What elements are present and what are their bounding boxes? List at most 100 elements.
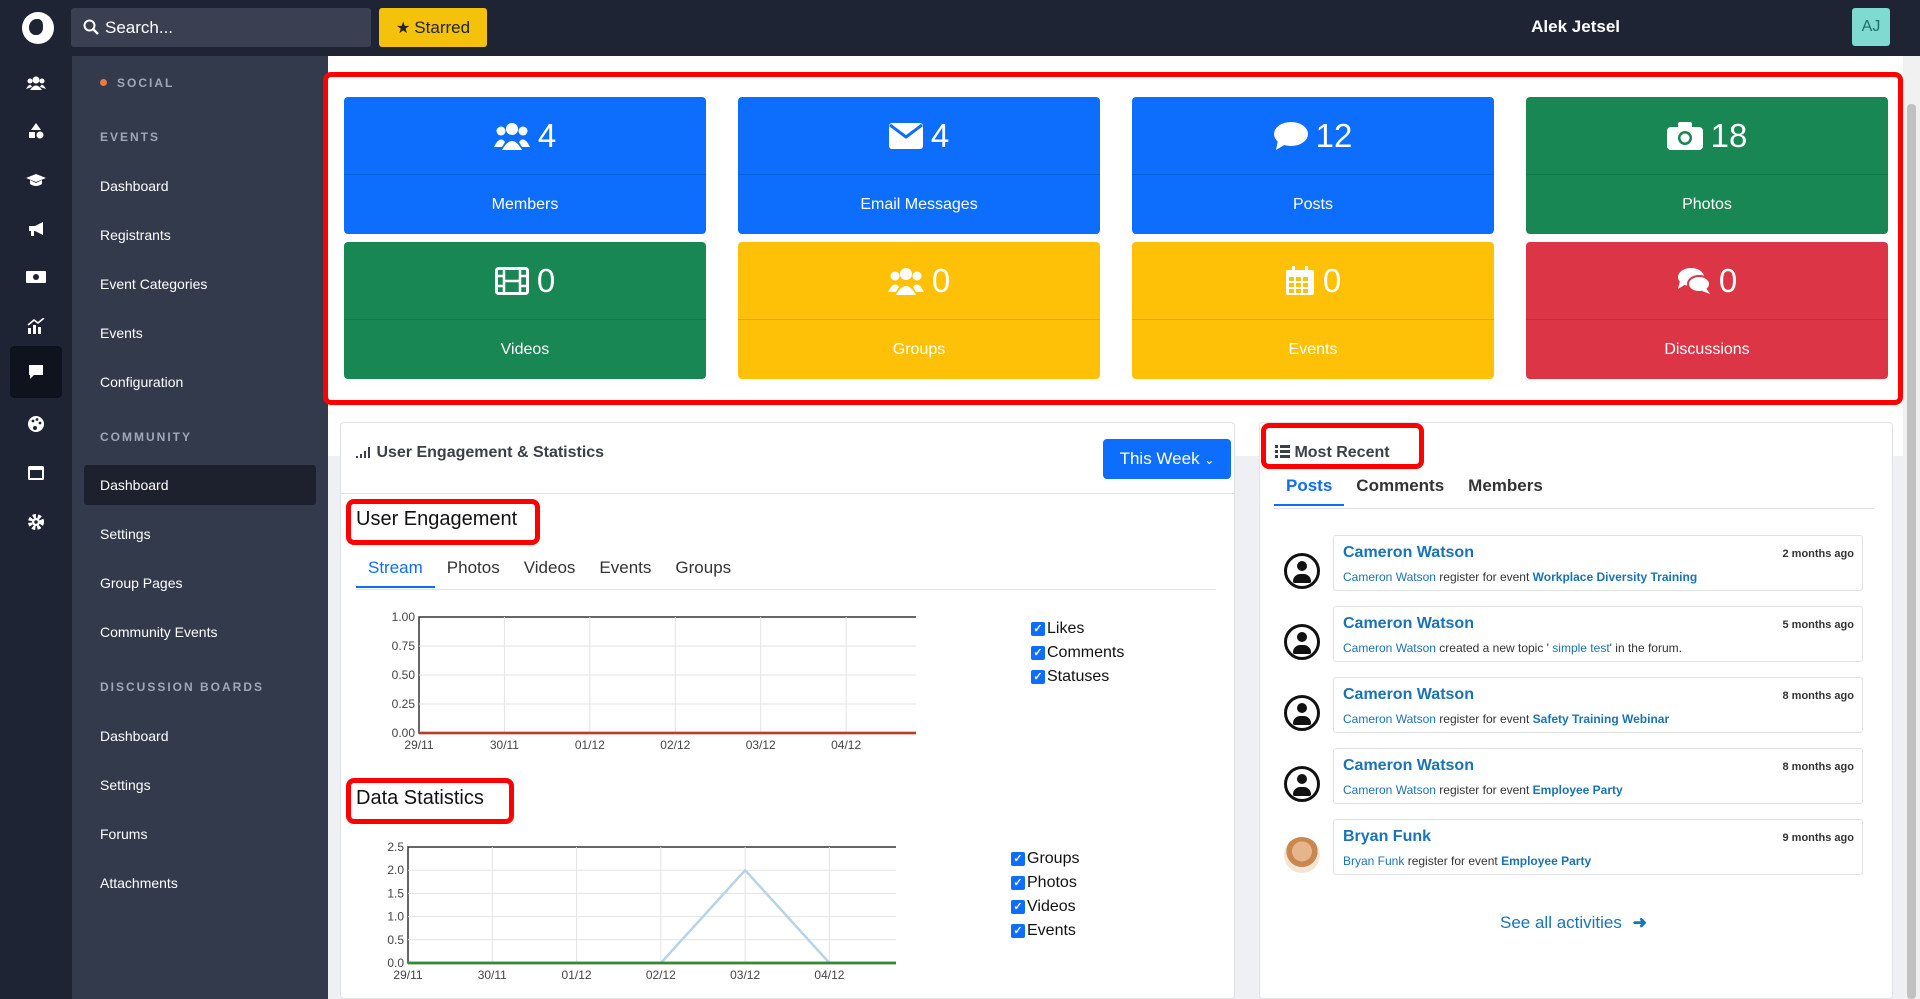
- activity-user[interactable]: Cameron Watson: [1343, 757, 1474, 775]
- events-checkbox[interactable]: ✓ Events: [1011, 922, 1076, 940]
- chart-icon[interactable]: [21, 311, 51, 341]
- tabs-divider: [1274, 508, 1874, 509]
- checkbox-label: Statuses: [1047, 668, 1110, 685]
- activity-user[interactable]: Cameron Watson: [1343, 615, 1474, 633]
- search-input[interactable]: [105, 8, 365, 47]
- stat-card-header: 0: [344, 242, 706, 320]
- list-item[interactable]: Cameron Watson 2 months ago Cameron Wats…: [1333, 535, 1863, 591]
- stat-card-members[interactable]: 4 Members: [344, 97, 706, 234]
- nav-heading-label: SOCIAL: [117, 76, 175, 90]
- activity-user[interactable]: Cameron Watson: [1343, 686, 1474, 704]
- users-icon[interactable]: [21, 68, 51, 98]
- comments-icon: [1677, 267, 1711, 294]
- y-tick-label: 1.00: [392, 611, 416, 624]
- sidebar-item-configuration[interactable]: Configuration: [84, 362, 316, 402]
- nav-heading-social[interactable]: SOCIAL: [100, 76, 174, 90]
- target-link[interactable]: Employee Party: [1533, 783, 1623, 797]
- target-link[interactable]: Safety Training Webinar: [1533, 712, 1669, 726]
- stat-card-discussions[interactable]: 0 Discussions: [1526, 242, 1888, 379]
- money-icon[interactable]: [21, 262, 51, 292]
- list-item[interactable]: Cameron Watson 8 months ago Cameron Wats…: [1333, 748, 1863, 804]
- user-name[interactable]: Alek Jetsel: [1531, 17, 1620, 37]
- logo-icon[interactable]: [22, 12, 54, 44]
- stat-card-videos[interactable]: 0 Videos: [344, 242, 706, 379]
- actor-link[interactable]: Bryan Funk: [1343, 854, 1404, 868]
- stat-card-header: 4: [344, 97, 706, 175]
- activity-text: Cameron Watson register for event Safety…: [1343, 712, 1669, 726]
- megaphone-icon[interactable]: [21, 214, 51, 244]
- tab-comments[interactable]: Comments: [1344, 466, 1456, 506]
- sidebar-item-attachments[interactable]: Attachments: [84, 863, 316, 903]
- list-item[interactable]: Cameron Watson 5 months ago Cameron Wats…: [1333, 606, 1863, 662]
- sidebar-item-group-pages[interactable]: Group Pages: [84, 563, 316, 603]
- avatar[interactable]: [1284, 624, 1320, 660]
- tab-photos[interactable]: Photos: [435, 548, 512, 588]
- target-link[interactable]: Employee Party: [1501, 854, 1591, 868]
- actor-link[interactable]: Cameron Watson: [1343, 641, 1436, 655]
- sidebar-item-events[interactable]: Events: [84, 313, 316, 353]
- activity-user[interactable]: Cameron Watson: [1343, 544, 1474, 562]
- sidebar-item-discussion-settings[interactable]: Settings: [84, 765, 316, 805]
- checkbox-checked-icon: ✓: [1031, 622, 1045, 636]
- nav-heading-discussion-boards: DISCUSSION BOARDS: [100, 680, 265, 694]
- see-all-activities-link[interactable]: See all activities ➜: [1500, 913, 1647, 933]
- stat-card-posts[interactable]: 12 Posts: [1132, 97, 1494, 234]
- target-link[interactable]: Workplace Diversity Training: [1533, 570, 1698, 584]
- shapes-icon[interactable]: [21, 116, 51, 146]
- sidebar-item-community-dashboard[interactable]: Dashboard: [84, 465, 316, 505]
- avatar[interactable]: [1284, 837, 1320, 873]
- scrollbar-thumb[interactable]: [1907, 104, 1916, 999]
- checkbox-checked-icon: ✓: [1031, 646, 1045, 660]
- list-item[interactable]: Cameron Watson 8 months ago Cameron Wats…: [1333, 677, 1863, 733]
- groups-checkbox[interactable]: ✓ Groups: [1011, 850, 1079, 868]
- sidebar-item-events-dashboard[interactable]: Dashboard: [84, 166, 316, 206]
- photos-checkbox[interactable]: ✓ Photos: [1011, 874, 1077, 892]
- target-link[interactable]: simple test: [1552, 641, 1609, 655]
- actor-link[interactable]: Cameron Watson: [1343, 570, 1436, 584]
- sidebar-item-registrants[interactable]: Registrants: [84, 215, 316, 255]
- starred-button[interactable]: ★ Starred: [379, 8, 487, 47]
- stat-card-header: 0: [738, 242, 1100, 320]
- stat-card-email-messages[interactable]: 4 Email Messages: [738, 97, 1100, 234]
- tab-posts[interactable]: Posts: [1274, 466, 1345, 506]
- tab-events[interactable]: Events: [587, 548, 663, 588]
- chat-icon[interactable]: [10, 346, 62, 398]
- tab-groups[interactable]: Groups: [663, 548, 743, 588]
- stat-card-photos[interactable]: 18 Photos: [1526, 97, 1888, 234]
- avatar[interactable]: [1284, 766, 1320, 802]
- avatar[interactable]: [1284, 553, 1320, 589]
- search-box[interactable]: [71, 8, 371, 47]
- likes-checkbox[interactable]: ✓ Likes: [1031, 620, 1084, 638]
- sidebar-item-community-events[interactable]: Community Events: [84, 612, 316, 652]
- activity-user[interactable]: Bryan Funk: [1343, 828, 1431, 846]
- comments-checkbox[interactable]: ✓ Comments: [1031, 644, 1124, 662]
- graduation-cap-icon[interactable]: [21, 165, 51, 195]
- sidebar: SOCIAL EVENTS Dashboard Registrants Even…: [72, 56, 328, 999]
- actor-link[interactable]: Cameron Watson: [1343, 712, 1436, 726]
- stat-card-header: 4: [738, 97, 1100, 175]
- avatar[interactable]: [1284, 695, 1320, 731]
- engagement-chart: 1.000.750.500.250.0029/11 30/11 01/12 02/12…: [392, 611, 916, 752]
- x-tick-label: 04/12: [814, 968, 844, 982]
- period-dropdown-button[interactable]: This Week ⌄: [1103, 439, 1231, 479]
- videos-checkbox[interactable]: ✓ Videos: [1011, 898, 1076, 916]
- signal-icon: [356, 447, 370, 458]
- calendar-icon[interactable]: [21, 458, 51, 488]
- stat-card-events[interactable]: 0 Events: [1132, 242, 1494, 379]
- tab-members[interactable]: Members: [1456, 466, 1555, 506]
- actor-link[interactable]: Cameron Watson: [1343, 783, 1436, 797]
- palette-icon[interactable]: [21, 409, 51, 439]
- sidebar-item-forums[interactable]: Forums: [84, 814, 316, 854]
- sidebar-item-discussion-dashboard[interactable]: Dashboard: [84, 716, 316, 756]
- list-item[interactable]: Bryan Funk 9 months ago Bryan Funk regis…: [1333, 819, 1863, 875]
- stats-cards: 4 Members 4 Email Messages 12 Posts 18 P…: [328, 76, 1903, 456]
- scrollbar[interactable]: [1903, 56, 1920, 999]
- stat-card-groups[interactable]: 0 Groups: [738, 242, 1100, 379]
- statuses-checkbox[interactable]: ✓ Statuses: [1031, 668, 1109, 686]
- gear-icon[interactable]: [21, 507, 51, 537]
- tab-videos[interactable]: Videos: [512, 548, 588, 588]
- sidebar-item-community-settings[interactable]: Settings: [84, 514, 316, 554]
- tab-stream[interactable]: Stream: [356, 548, 435, 588]
- avatar[interactable]: AJ: [1852, 8, 1890, 46]
- sidebar-item-event-categories[interactable]: Event Categories: [84, 264, 316, 304]
